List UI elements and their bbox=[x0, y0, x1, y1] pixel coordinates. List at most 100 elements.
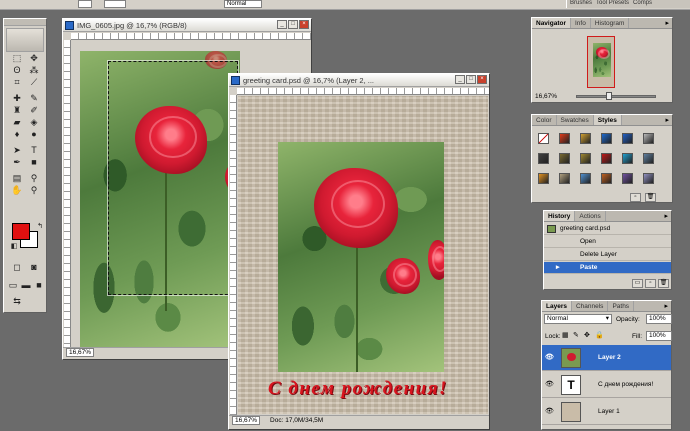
card-canvas[interactable]: С днем рождения! bbox=[238, 96, 488, 414]
maximize-button[interactable]: □ bbox=[466, 75, 476, 84]
layer-row[interactable]: 👁 Layer 1 bbox=[542, 399, 671, 425]
quick-mask-icon[interactable]: ◙ bbox=[27, 262, 41, 273]
lock-position-icon[interactable]: ✥ bbox=[584, 331, 590, 339]
new-style-button[interactable]: ▫ bbox=[630, 193, 641, 202]
style-swatch[interactable] bbox=[580, 153, 591, 164]
layer-row[interactable]: 👁 T С днем рождения! bbox=[542, 372, 671, 398]
photo-document-titlebar[interactable]: IMG_0605.jpg @ 16,7% (RGB/8) _ □ × bbox=[63, 19, 311, 32]
navigator-zoom[interactable]: 16,67% bbox=[535, 93, 557, 100]
tab-layers[interactable]: Layers bbox=[542, 301, 572, 311]
slice-tool-icon[interactable]: ⟋ bbox=[27, 77, 41, 88]
minimize-button[interactable]: _ bbox=[455, 75, 465, 84]
tab-color[interactable]: Color bbox=[532, 115, 557, 125]
shape-tool-icon[interactable]: ■ bbox=[27, 157, 41, 168]
blur-tool-icon[interactable]: ♦ bbox=[10, 129, 24, 140]
lock-all-icon[interactable]: 🔒 bbox=[595, 331, 604, 339]
delete-style-button[interactable]: 🗑 bbox=[645, 193, 656, 202]
imageready-jump-icon[interactable]: ⇆ bbox=[10, 296, 24, 307]
clone-stamp-icon[interactable]: ♜ bbox=[10, 105, 24, 116]
adobe-feather-icon[interactable] bbox=[6, 28, 44, 52]
card-document-titlebar[interactable]: greeting card.psd @ 16,7% (Layer 2, ... … bbox=[229, 74, 489, 87]
mode-select[interactable]: Normal bbox=[224, 0, 262, 8]
healing-brush-icon[interactable]: ✚ bbox=[10, 93, 24, 104]
style-swatch[interactable] bbox=[580, 173, 591, 184]
style-swatch[interactable] bbox=[559, 153, 570, 164]
panel-menu-icon[interactable]: ▸ bbox=[665, 115, 672, 125]
lock-image-icon[interactable]: ✎ bbox=[573, 331, 579, 339]
screen-mode-menu-icon[interactable]: ▬ bbox=[19, 280, 33, 291]
path-selection-icon[interactable]: ➤ bbox=[10, 145, 24, 156]
lasso-tool-icon[interactable]: ʘ bbox=[10, 65, 24, 76]
marquee-tool-icon[interactable]: ⬚ bbox=[10, 53, 24, 64]
navigator-thumbnail[interactable] bbox=[587, 36, 615, 88]
lock-transparency-icon[interactable]: ▦ bbox=[562, 331, 569, 339]
foreground-color-swatch[interactable] bbox=[12, 223, 30, 240]
history-snapshot[interactable]: greeting card.psd bbox=[544, 223, 671, 235]
eye-icon[interactable]: 👁 bbox=[545, 381, 554, 389]
minimize-button[interactable]: _ bbox=[277, 20, 287, 29]
style-swatch[interactable] bbox=[643, 133, 654, 144]
swap-colors-icon[interactable]: ↰ bbox=[33, 221, 47, 232]
tab-info[interactable]: Info bbox=[571, 18, 591, 28]
eye-icon[interactable]: 👁 bbox=[545, 408, 554, 416]
crop-tool-icon[interactable]: ⌗ bbox=[10, 77, 24, 88]
layer-row[interactable]: 👁 Layer 2 bbox=[542, 345, 671, 371]
style-swatch[interactable] bbox=[622, 173, 633, 184]
style-swatch[interactable] bbox=[643, 153, 654, 164]
history-step[interactable]: Delete Layer bbox=[544, 249, 671, 261]
toolbox-grip[interactable] bbox=[4, 19, 46, 26]
type-tool-icon[interactable]: T bbox=[27, 145, 41, 156]
tab-navigator[interactable]: Navigator bbox=[532, 18, 571, 28]
hand-tool-icon[interactable]: ✋ bbox=[10, 185, 24, 196]
style-swatch[interactable] bbox=[622, 133, 633, 144]
style-swatch[interactable] bbox=[622, 153, 633, 164]
close-button[interactable]: × bbox=[477, 75, 487, 84]
tab-channels[interactable]: Channels bbox=[572, 301, 609, 311]
options-field[interactable] bbox=[78, 0, 92, 8]
pen-tool-icon[interactable]: ✒ bbox=[10, 157, 24, 168]
maximize-button[interactable]: □ bbox=[288, 20, 298, 29]
horizontal-ruler[interactable] bbox=[237, 88, 489, 95]
palette-well-tab-brushes[interactable]: Brushes bbox=[570, 0, 592, 8]
brush-tool-icon[interactable]: ✎ bbox=[27, 93, 41, 104]
vertical-ruler[interactable] bbox=[64, 40, 71, 348]
palette-well-tab-comps[interactable]: Comps bbox=[633, 0, 652, 8]
style-swatch[interactable] bbox=[601, 173, 612, 184]
default-colors-icon[interactable]: ◧ bbox=[7, 241, 21, 252]
style-swatch[interactable] bbox=[559, 173, 570, 184]
horizontal-ruler[interactable] bbox=[71, 33, 311, 40]
tab-actions[interactable]: Actions bbox=[575, 211, 606, 221]
eye-icon[interactable]: 👁 bbox=[545, 354, 554, 362]
fill-field[interactable]: 100% bbox=[646, 331, 672, 341]
card-zoom-field[interactable]: 16,67% bbox=[232, 416, 261, 425]
history-step-selected[interactable]: ▸ Paste bbox=[544, 262, 671, 274]
style-swatch[interactable] bbox=[601, 133, 612, 144]
blend-mode-select[interactable]: Normal ▾ bbox=[544, 314, 612, 324]
close-button[interactable]: × bbox=[299, 20, 309, 29]
delete-state-button[interactable]: 🗑 bbox=[658, 279, 669, 288]
eraser-tool-icon[interactable]: ▰ bbox=[10, 117, 24, 128]
tab-swatches[interactable]: Swatches bbox=[557, 115, 594, 125]
tab-paths[interactable]: Paths bbox=[608, 301, 635, 311]
new-snapshot-button[interactable]: ▭ bbox=[632, 279, 643, 288]
zoom-tool-icon[interactable]: ⚲ bbox=[27, 185, 41, 196]
style-swatch[interactable] bbox=[538, 133, 549, 144]
history-brush-icon[interactable]: ✐ bbox=[27, 105, 41, 116]
panel-menu-icon[interactable]: ▸ bbox=[664, 301, 671, 311]
panel-menu-icon[interactable]: ▸ bbox=[665, 18, 672, 28]
eyedropper-icon[interactable]: ⚲ bbox=[27, 173, 41, 184]
screen-mode-standard-icon[interactable]: ▭ bbox=[6, 280, 20, 291]
panel-menu-icon[interactable]: ▸ bbox=[664, 211, 671, 221]
move-tool-icon[interactable]: ✥ bbox=[27, 53, 41, 64]
history-step[interactable]: Open bbox=[544, 236, 671, 248]
photo-zoom-field[interactable]: 16,67% bbox=[66, 348, 95, 357]
photo-canvas[interactable] bbox=[80, 51, 240, 347]
opacity-field[interactable]: 100% bbox=[646, 314, 672, 324]
tab-history[interactable]: History bbox=[544, 211, 576, 221]
style-swatch[interactable] bbox=[643, 173, 654, 184]
paint-bucket-icon[interactable]: ◈ bbox=[27, 117, 41, 128]
notes-tool-icon[interactable]: ▤ bbox=[10, 173, 24, 184]
palette-well-tab-tool-presets[interactable]: Tool Presets bbox=[596, 0, 629, 8]
style-swatch[interactable] bbox=[601, 153, 612, 164]
magic-wand-icon[interactable]: ⁂ bbox=[27, 65, 41, 76]
